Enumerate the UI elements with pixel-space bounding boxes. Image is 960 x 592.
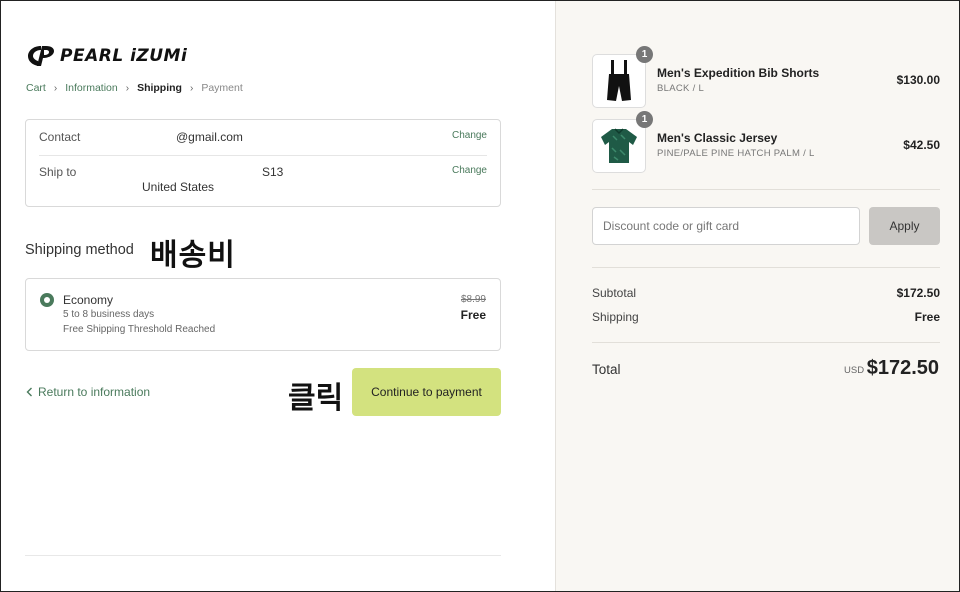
screenshot-border	[0, 0, 960, 592]
